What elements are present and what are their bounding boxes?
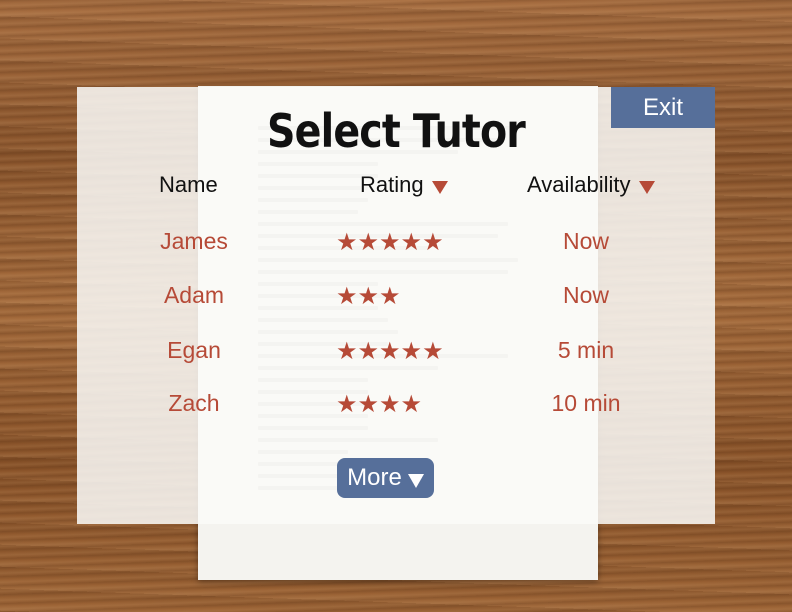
availability-header-label: Availability xyxy=(527,172,631,197)
tutor-row-james[interactable]: James ★★★★★ Now xyxy=(0,222,792,262)
tutor-row-egan[interactable]: Egan ★★★★★ 5 min xyxy=(0,331,792,371)
sort-triangle-down-icon[interactable] xyxy=(431,180,448,194)
rating-column-header[interactable]: Rating xyxy=(360,172,448,198)
tutor-availability: 10 min xyxy=(551,390,621,416)
sort-triangle-down-icon[interactable] xyxy=(638,180,655,194)
tutor-row-zach[interactable]: Zach ★★★★ 10 min xyxy=(0,384,792,424)
availability-column-header[interactable]: Availability xyxy=(527,172,655,198)
triangle-down-icon xyxy=(407,474,424,488)
more-label: More xyxy=(347,464,402,491)
tutor-availability: Now xyxy=(562,228,609,254)
tutor-name: James xyxy=(160,228,228,254)
star-rating: ★★★★★ xyxy=(336,338,444,365)
rating-header-label: Rating xyxy=(360,172,424,197)
tutor-availability: 5 min xyxy=(557,337,615,363)
tutor-name: Egan xyxy=(167,337,221,363)
tutor-availability: Now xyxy=(562,282,609,308)
name-header-label: Name xyxy=(159,172,218,197)
star-rating: ★★★★ xyxy=(336,391,423,418)
page-title: Select Tutor xyxy=(267,104,526,158)
tutor-name: Adam xyxy=(163,282,225,308)
name-column-header: Name xyxy=(159,172,218,198)
tutor-row-adam[interactable]: Adam ★★★ Now xyxy=(0,276,792,316)
star-rating: ★★★ xyxy=(336,283,401,310)
more-button[interactable]: More xyxy=(337,458,434,498)
star-rating: ★★★★★ xyxy=(336,229,444,256)
tutor-name: Zach xyxy=(168,390,220,416)
